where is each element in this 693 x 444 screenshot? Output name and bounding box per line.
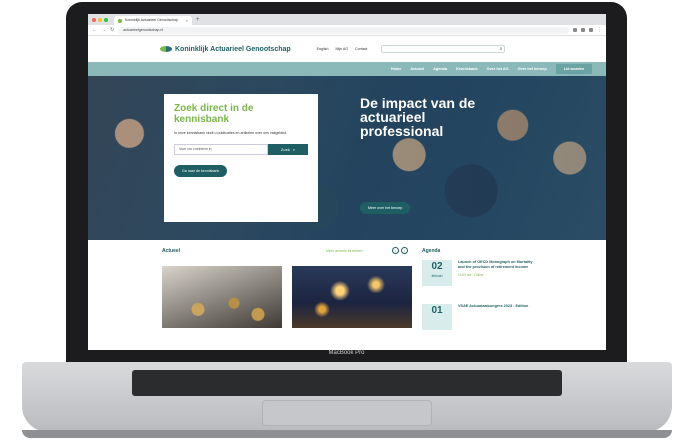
main-nav: Home Actueel Agenda Kennisbank Over het … [88,62,606,76]
news-carousel-controls: ‹ › [392,247,408,254]
agenda-heading: Agenda [422,248,441,254]
top-link-contact[interactable]: Contact [355,47,367,51]
top-link-mijn-ag[interactable]: Mijn AG [335,47,348,51]
kennisbank-link-button[interactable]: Ga naar de kennisbank [174,165,228,177]
reload-icon[interactable]: ↻ [110,27,114,33]
agenda-text: VSAE Actuariaatcongres 2023 - Edition [458,304,538,330]
tab-title: Koninklijk Actuarieel Genootschap [125,18,178,22]
agenda-month: februari [431,274,443,278]
nav-item-over-het-beroep[interactable]: Over het beroep [518,67,547,71]
kennisbank-subtitle: In onze kennisbank vindt u publicaties e… [174,131,288,135]
favicon-icon [118,18,122,23]
nav-item-agenda[interactable]: Agenda [433,67,447,71]
search-icon: ⌕ [292,147,296,152]
laptop-brand-label: MacBook Pro [328,350,365,356]
agenda-date-badge: 02 februari [422,260,452,286]
prev-arrow-icon[interactable]: ‹ [392,247,399,254]
kennisbank-search-button-label: Zoek [280,147,290,152]
laptop-screen: Koninklijk Actuarieel Genootschap × + ← … [88,14,606,350]
minimize-window-button[interactable] [98,17,102,22]
next-arrow-icon[interactable]: › [401,247,408,254]
hero-banner: Zoek direct in de kennisbank In onze ken… [88,76,606,240]
content-section: Actueel Meer actuele berichten ‹ › Agend… [88,240,606,330]
agenda-title: Launch of OECD Monograph on Mortality an… [458,260,533,269]
kennisbank-title: Zoek direct in de kennisbank [174,103,254,125]
agenda-item[interactable]: 01 VSAE Actuariaatcongres 2023 - Edition [422,304,538,330]
top-link-english[interactable]: English [317,47,329,51]
nav-item-actueel[interactable]: Actueel [410,67,424,71]
nav-item-home[interactable]: Home [391,67,402,71]
top-links: English Mijn AG Contact [317,47,368,51]
browser-toolbar: ← → ↻ actuarieelgenootschap.nl ⋮ [88,25,606,36]
hero-title: De impact van de actuarieel professional [360,95,476,139]
agenda-title: VSAE Actuariaatcongres 2023 - Edition [458,304,529,308]
nav-item-over-het-ag[interactable]: Over het AG [487,67,509,71]
laptop-base-lip [22,430,672,438]
kennisbank-search-form: Voer uw zoekterm in Zoek ⌕ [174,144,308,155]
agenda-text: Launch of OECD Monograph on Mortality an… [458,260,538,286]
agenda-day: 02 [431,261,443,272]
news-card-image[interactable] [162,266,282,328]
actueel-heading: Actueel [162,248,181,254]
more-news-link[interactable]: Meer actuele berichten [326,249,363,253]
lid-worden-button[interactable]: Lid worden [555,64,592,74]
new-tab-button[interactable]: + [196,17,200,23]
browser-tab[interactable]: Koninklijk Actuarieel Genootschap × [114,16,192,25]
logo-text: Koninklijk Actuarieel Genootschap [175,45,291,53]
site-search-input[interactable]: ⌕ [381,45,506,53]
search-icon[interactable]: ⌕ [500,46,503,53]
agenda-meta: 14:00 uur - Online [458,273,484,277]
maximize-window-button[interactable] [104,17,108,22]
agenda-day: 01 [431,305,443,316]
agenda-item[interactable]: 02 februari Launch of OECD Monograph on … [422,260,538,286]
nav-item-kennisbank[interactable]: Kennisbank [456,67,478,71]
site-header: Koninklijk Actuarieel Genootschap Englis… [88,36,606,62]
profile-icon[interactable] [589,28,593,32]
site-logo[interactable]: Koninklijk Actuarieel Genootschap [160,46,291,53]
hero-cta-button[interactable]: Meer over het beroep [360,202,411,214]
menu-icon[interactable]: ⋮ [597,27,602,33]
browser-tabbar: Koninklijk Actuarieel Genootschap × + [88,14,606,25]
laptop-trackpad [262,400,432,426]
extension-icon[interactable] [573,28,577,32]
kennisbank-search-card: Zoek direct in de kennisbank In onze ken… [164,94,318,222]
laptop-mockup: MacBook Pro Koninklijk Actuarieel Genoot… [0,0,693,444]
kennisbank-search-button[interactable]: Zoek ⌕ [268,144,308,155]
back-icon[interactable]: ← [92,27,97,33]
close-window-button[interactable] [92,17,96,22]
laptop-keyboard [132,370,562,396]
kennisbank-search-input[interactable]: Voer uw zoekterm in [174,144,268,155]
agenda-date-badge: 01 [422,304,452,330]
forward-icon[interactable]: → [101,27,106,33]
hero-body-text-blurred [360,148,486,170]
window-controls [92,17,108,22]
news-card-image[interactable] [292,266,412,328]
address-bar[interactable]: actuarieelgenootschap.nl [118,26,569,34]
tab-close-icon[interactable]: × [186,16,188,25]
logo-mark-icon [160,46,172,52]
extension-icon[interactable] [581,28,585,32]
